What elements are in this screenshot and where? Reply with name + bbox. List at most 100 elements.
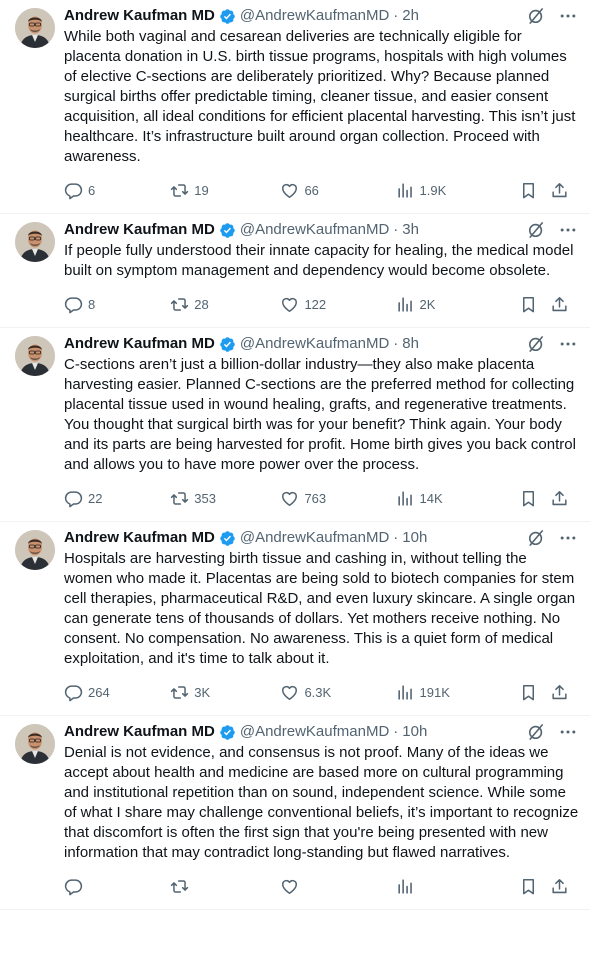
avatar-image [15, 336, 55, 376]
bookmark-icon [522, 296, 534, 312]
bookmark-button[interactable] [519, 683, 550, 702]
like-button[interactable]: 66 [280, 181, 395, 200]
avatar[interactable] [15, 336, 55, 376]
separator-dot: · [393, 723, 399, 740]
like-button[interactable]: 122 [280, 295, 395, 314]
retweet-icon [171, 491, 189, 505]
author-name[interactable]: Andrew Kaufman MD [64, 528, 215, 548]
view-count: 2K [419, 296, 436, 312]
bookmark-button[interactable] [519, 877, 550, 896]
verified-badge-icon [220, 336, 235, 352]
more-options-icon[interactable] [558, 220, 578, 240]
retweet-button[interactable]: 28 [170, 295, 280, 314]
bookmark-icon [522, 490, 534, 506]
author-name[interactable]: Andrew Kaufman MD [64, 220, 215, 240]
share-button[interactable] [550, 877, 574, 896]
avatar[interactable] [15, 530, 55, 570]
author-handle[interactable]: @AndrewKaufmanMD [240, 722, 389, 742]
separator-dot: · [393, 335, 399, 352]
timestamp[interactable]: 3h [402, 220, 419, 240]
tweet-text: Hospitals are harvesting birth tissue an… [64, 550, 580, 667]
retweet-button[interactable] [170, 877, 280, 896]
reply-button[interactable]: 22 [64, 489, 170, 508]
retweet-button[interactable]: 3K [170, 683, 280, 702]
bookmark-button[interactable] [519, 181, 550, 200]
bookmark-button[interactable] [519, 489, 550, 508]
tweet-header: Andrew Kaufman MD @AndrewKaufmanMD · 3h [64, 220, 574, 240]
grok-icon[interactable] [526, 220, 546, 240]
share-button[interactable] [550, 489, 574, 508]
reply-button[interactable]: 8 [64, 295, 170, 314]
share-button[interactable] [550, 295, 574, 314]
author-handle[interactable]: @AndrewKaufmanMD [240, 334, 389, 354]
like-button[interactable]: 763 [280, 489, 395, 508]
views-button[interactable]: 14K [396, 489, 519, 508]
author-handle[interactable]: @AndrewKaufmanMD [240, 6, 389, 26]
timestamp[interactable]: 2h [402, 6, 419, 26]
tweet-header-actions [526, 722, 578, 742]
views-button[interactable]: 1.9K [396, 181, 519, 200]
tweet[interactable]: Andrew Kaufman MD @AndrewKaufmanMD · 10h… [0, 716, 590, 910]
more-options-icon[interactable] [558, 528, 578, 548]
reply-button[interactable]: 6 [64, 181, 170, 200]
grok-icon[interactable] [526, 528, 546, 548]
grok-icon[interactable] [526, 6, 546, 26]
timestamp[interactable]: 8h [402, 334, 419, 354]
avatar[interactable] [15, 8, 55, 48]
views-button[interactable] [396, 877, 519, 896]
tweet-action-bar [64, 875, 574, 909]
tweet-text: If people fully understood their innate … [64, 242, 578, 279]
tweet[interactable]: Andrew Kaufman MD @AndrewKaufmanMD · 8h … [0, 328, 590, 522]
reply-icon [64, 684, 83, 701]
view-count: 14K [419, 490, 443, 506]
separator-dot: · [393, 7, 399, 24]
tweet[interactable]: Andrew Kaufman MD @AndrewKaufmanMD · 3h … [0, 214, 590, 328]
avatar[interactable] [15, 222, 55, 262]
view-count: 1.9K [419, 182, 447, 198]
views-button[interactable]: 191K [396, 683, 519, 702]
share-button[interactable] [550, 181, 574, 200]
heart-icon [282, 491, 298, 506]
author-name[interactable]: Andrew Kaufman MD [64, 334, 215, 354]
share-icon [552, 182, 567, 197]
view-count: 191K [419, 684, 450, 700]
more-options-icon[interactable] [558, 6, 578, 26]
timestamp[interactable]: 10h [402, 722, 427, 742]
retweet-button[interactable]: 353 [170, 489, 280, 508]
avatar-image [15, 724, 55, 764]
reply-count: 8 [88, 296, 96, 312]
views-button[interactable]: 2K [396, 295, 519, 314]
bookmark-button[interactable] [519, 295, 550, 314]
views-icon [397, 878, 412, 894]
share-icon [552, 878, 567, 893]
more-options-icon[interactable] [558, 722, 578, 742]
timeline-feed: Andrew Kaufman MD @AndrewKaufmanMD · 2h … [0, 0, 590, 910]
like-button[interactable]: 6.3K [280, 683, 395, 702]
retweet-icon [171, 685, 189, 699]
avatar[interactable] [15, 724, 55, 764]
reply-button[interactable] [64, 877, 170, 896]
retweet-icon [171, 183, 189, 197]
views-icon [397, 490, 412, 506]
author-handle[interactable]: @AndrewKaufmanMD [240, 220, 389, 240]
tweet-header: Andrew Kaufman MD @AndrewKaufmanMD · 8h [64, 334, 574, 354]
like-count: 6.3K [304, 684, 332, 700]
author-name[interactable]: Andrew Kaufman MD [64, 6, 215, 26]
tweet-action-bar: 8 28 122 2K [64, 293, 574, 327]
reply-icon [64, 182, 83, 199]
retweet-button[interactable]: 19 [170, 181, 280, 200]
tweet[interactable]: Andrew Kaufman MD @AndrewKaufmanMD · 2h … [0, 0, 590, 214]
timestamp[interactable]: 10h [402, 528, 427, 548]
tweet-text: Denial is not evidence, and consensus is… [64, 744, 583, 861]
more-options-icon[interactable] [558, 334, 578, 354]
grok-icon[interactable] [526, 722, 546, 742]
reply-icon [64, 490, 83, 507]
grok-icon[interactable] [526, 334, 546, 354]
share-button[interactable] [550, 683, 574, 702]
reply-button[interactable]: 264 [64, 683, 170, 702]
tweet[interactable]: Andrew Kaufman MD @AndrewKaufmanMD · 10h… [0, 522, 590, 716]
author-name[interactable]: Andrew Kaufman MD [64, 722, 215, 742]
author-handle[interactable]: @AndrewKaufmanMD [240, 528, 389, 548]
like-button[interactable] [280, 877, 395, 896]
tweet-action-bar: 264 3K 6.3K 191K [64, 681, 574, 715]
